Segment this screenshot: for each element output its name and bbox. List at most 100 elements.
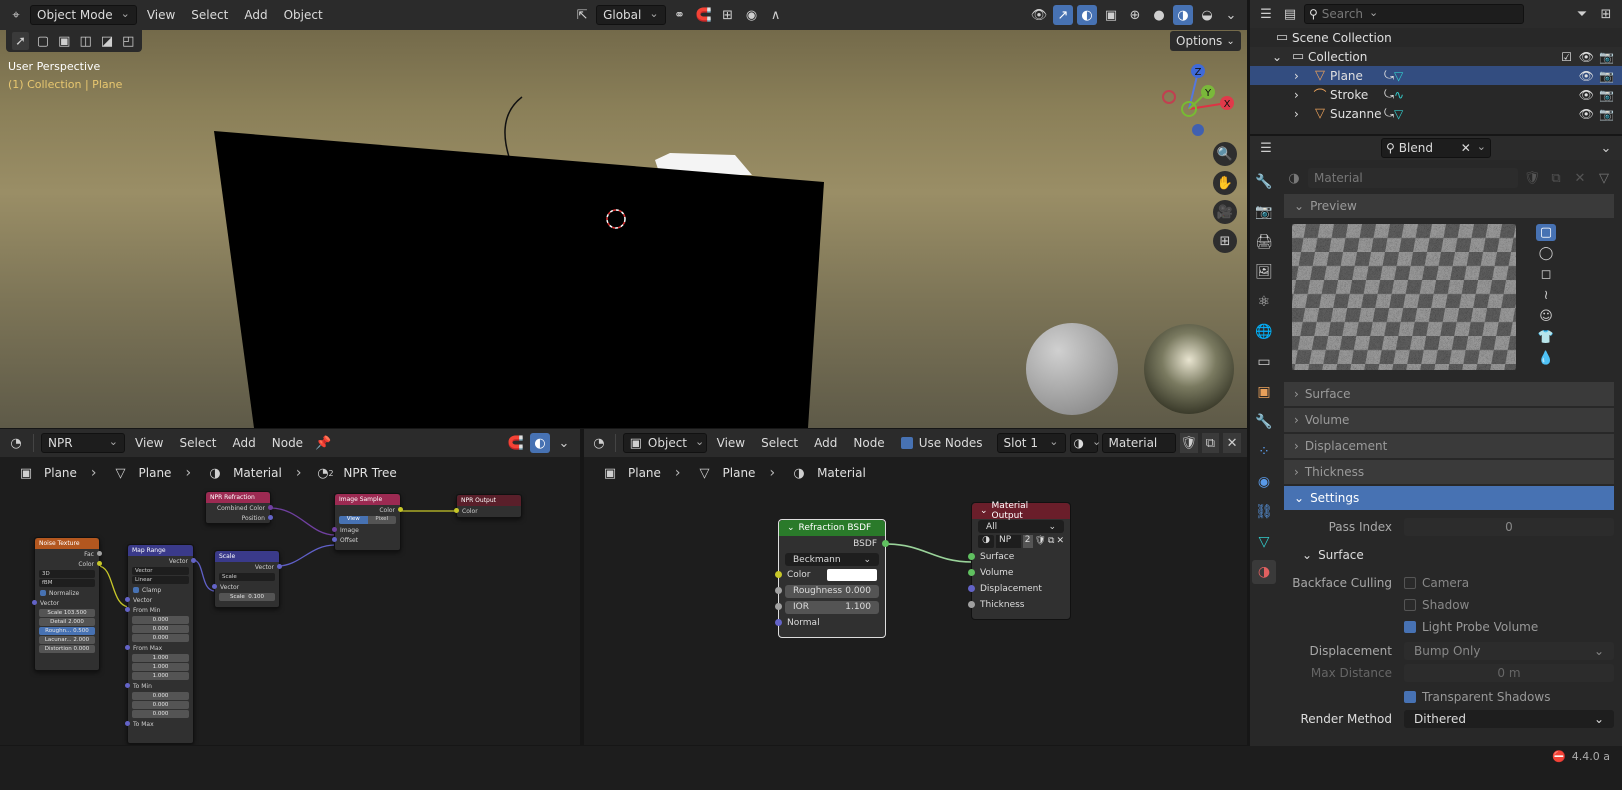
roughness-field[interactable]: Roughness 0.000 <box>785 584 879 598</box>
options-icon[interactable]: ⌄ <box>1596 138 1616 158</box>
surface-subpanel-header[interactable]: ⌄ Surface <box>1284 544 1614 566</box>
panel-surface[interactable]: › Surface <box>1284 382 1614 406</box>
roughness-field[interactable]: Roughn... 0.500 <box>39 627 95 635</box>
outliner-item-suzanne[interactable]: › ▽ Suzanne ⤿ ▽ 👁 📷 <box>1250 104 1622 123</box>
eye-icon[interactable]: 👁 <box>1579 69 1594 83</box>
filter-icon[interactable]: ⏷ <box>1572 4 1592 24</box>
from-min-x-field[interactable]: 0.000 <box>132 616 189 624</box>
distribution-select[interactable]: Beckmann ⌄ <box>785 553 879 566</box>
material-browse-icon[interactable]: ◑ <box>1284 168 1304 188</box>
search-input[interactable]: ⚲ Search <box>1304 4 1524 24</box>
distortion-field[interactable]: Distortion 0.000 <box>39 645 95 653</box>
properties-editor[interactable]: ☰ ⚲Blend ✕ ⌄ 🔧 📷 🖨 🖼 ⚛ 🌐 ▭ ▣ 🔧 ⁘ ◉ ⛓ ▽ ◑ … <box>1250 136 1622 746</box>
clamp-checkbox[interactable]: Clamp <box>128 585 193 595</box>
camera-render-icon[interactable]: 📷 <box>1599 69 1614 83</box>
properties-search-input[interactable]: ⚲ Blend ✕ <box>1381 138 1491 158</box>
display-mode-icon[interactable]: ▤ <box>1280 4 1300 24</box>
fluid-preview-icon[interactable]: 💧 <box>1536 350 1556 367</box>
panel-thickness[interactable]: › Thickness <box>1284 460 1614 484</box>
target-select[interactable]: All ⌄ <box>978 520 1064 533</box>
eye-icon[interactable]: 👁 <box>1579 107 1594 121</box>
fake-user-icon[interactable]: 🛡 <box>1035 536 1046 546</box>
chevron-down-icon[interactable]: ⌄ <box>1272 50 1288 64</box>
camera-checkbox[interactable] <box>1404 577 1416 589</box>
render-tab-icon[interactable]: 📷 <box>1252 200 1276 224</box>
unlink-icon[interactable]: ✕ <box>1056 536 1064 546</box>
view-option[interactable]: View <box>339 516 368 524</box>
chevron-right-icon[interactable]: › <box>1294 107 1310 121</box>
node-refraction-bsdf[interactable]: ⌄ Refraction BSDF BSDF Beckmann ⌄ Color Ro… <box>775 519 889 638</box>
browse-icon[interactable]: ◑ <box>978 534 994 548</box>
lacunarity-field[interactable]: Lacunar... 2.000 <box>39 636 95 644</box>
material-tab-icon[interactable]: ◑ <box>1252 560 1276 584</box>
pin-icon[interactable]: ▽ <box>1594 168 1614 188</box>
duplicate-icon[interactable]: ⧉ <box>1048 536 1054 546</box>
outliner[interactable]: ☰ ▤ ⚲Search ⏷ ⊞ ▭Scene Collection ⌄▭Coll… <box>1250 0 1622 134</box>
physics-tab-icon[interactable]: ◉ <box>1252 470 1276 494</box>
scene-collection-row[interactable]: ▭ Scene Collection <box>1250 28 1622 47</box>
camera-view-icon[interactable]: 🎥 <box>1213 200 1237 224</box>
chevron-right-icon[interactable]: › <box>1294 69 1310 83</box>
panel-settings[interactable]: ⌄ Settings <box>1284 486 1614 510</box>
to-min-y-field[interactable]: 0.000 <box>132 701 189 709</box>
to-min-x-field[interactable]: 0.000 <box>132 692 189 700</box>
dimensions-select[interactable]: 3D <box>39 570 95 578</box>
view-layer-tab-icon[interactable]: 🖼 <box>1252 260 1276 284</box>
from-min-z-field[interactable]: 0.000 <box>132 634 189 642</box>
camera-render-icon[interactable]: 📷 <box>1599 50 1614 64</box>
unlink-icon[interactable]: ✕ <box>1570 168 1590 188</box>
data-tab-icon[interactable]: ▽ <box>1252 530 1276 554</box>
pixel-option[interactable]: Pixel <box>367 516 396 524</box>
node-material-output[interactable]: ⌄ Material Output All ⌄ ◑ NP 2 🛡 ⧉ ✕ Surface… <box>968 501 1071 620</box>
interpolation-select[interactable]: Linear <box>132 576 189 584</box>
world-tab-icon[interactable]: 🌐 <box>1252 320 1276 344</box>
detail-field[interactable]: Detail 2.000 <box>39 618 95 626</box>
flat-preview-icon[interactable]: ▢ <box>1536 224 1556 241</box>
displacement-dropdown[interactable]: Bump Only ⌄ <box>1404 642 1614 660</box>
node-npr-refraction[interactable]: NPR Refraction Combined Color Position <box>205 491 273 524</box>
pass-index-field[interactable]: 0 <box>1404 518 1614 536</box>
constraints-tab-icon[interactable]: ⛓ <box>1252 500 1276 524</box>
zoom-icon[interactable]: 🔍 <box>1213 142 1237 166</box>
camera-render-icon[interactable]: 📷 <box>1599 88 1614 102</box>
new-collection-icon[interactable]: ⊞ <box>1596 4 1616 24</box>
operation-select[interactable]: Scale <box>219 573 275 581</box>
scale-field[interactable]: Scale 0.100 <box>219 593 275 601</box>
node-npr-output[interactable]: NPR Output Color <box>454 494 522 518</box>
object-tab-icon[interactable]: ▣ <box>1252 380 1276 404</box>
monkey-preview-icon[interactable]: ☺ <box>1536 308 1556 325</box>
sphere-preview-icon[interactable]: ◯ <box>1536 245 1556 262</box>
camera-render-icon[interactable]: 📷 <box>1599 107 1614 121</box>
panel-displacement[interactable]: › Displacement <box>1284 434 1614 458</box>
ortho-toggle-icon[interactable]: ⊞ <box>1213 229 1237 253</box>
3d-viewport[interactable]: ⌖ Object Mode View Select Add Object ⇱ G… <box>0 0 1247 428</box>
ior-field[interactable]: IOR 1.100 <box>785 600 879 614</box>
group-name-field[interactable]: NP <box>996 534 1021 548</box>
normalize-checkbox[interactable]: Normalize <box>35 588 99 598</box>
collection-row[interactable]: ⌄ ▭ Collection ☑ 👁 📷 <box>1250 47 1622 66</box>
modifier-tab-icon[interactable]: 🔧 <box>1252 410 1276 434</box>
render-method-dropdown[interactable]: Dithered ⌄ <box>1404 710 1614 728</box>
shadow-checkbox[interactable] <box>1404 599 1416 611</box>
duplicate-icon[interactable]: ⧉ <box>1546 168 1566 188</box>
to-min-z-field[interactable]: 0.000 <box>132 710 189 718</box>
from-max-x-field[interactable]: 1.000 <box>132 654 189 662</box>
panel-volume[interactable]: › Volume <box>1284 408 1614 432</box>
outliner-item-plane[interactable]: › ▽ Plane ⤿ ▽ 👁 📷 <box>1250 66 1622 85</box>
npr-node-editor[interactable]: ◔ NPR View Select Add Node 📌 🧲 ◐ ⌄ ▣Plan… <box>0 429 580 745</box>
node-image-sample[interactable]: Image Sample Color View Pixel Image Offs… <box>332 493 403 551</box>
fake-user-icon[interactable]: 🛡 <box>1522 168 1542 188</box>
from-max-z-field[interactable]: 1.000 <box>132 672 189 680</box>
color-swatch[interactable] <box>827 569 877 581</box>
node-map-range[interactable]: Map Range Vector Vector Linear Clamp Vec… <box>125 544 196 744</box>
editor-type-icon[interactable]: ☰ <box>1256 4 1276 24</box>
transparent-shadows-checkbox[interactable] <box>1404 691 1416 703</box>
outliner-item-stroke[interactable]: › ⌒ Stroke ⤿ ∿ 👁 📷 <box>1250 85 1622 104</box>
data-type-select[interactable]: Vector <box>132 567 189 575</box>
panel-preview[interactable]: ⌄ Preview <box>1284 194 1614 218</box>
noise-type-select[interactable]: fBM <box>39 579 95 587</box>
output-tab-icon[interactable]: 🖨 <box>1252 230 1276 254</box>
collection-tab-icon[interactable]: ▭ <box>1252 350 1276 374</box>
from-max-y-field[interactable]: 1.000 <box>132 663 189 671</box>
node-scale[interactable]: Scale Vector Scale Vector Scale 0.100 <box>212 550 282 608</box>
